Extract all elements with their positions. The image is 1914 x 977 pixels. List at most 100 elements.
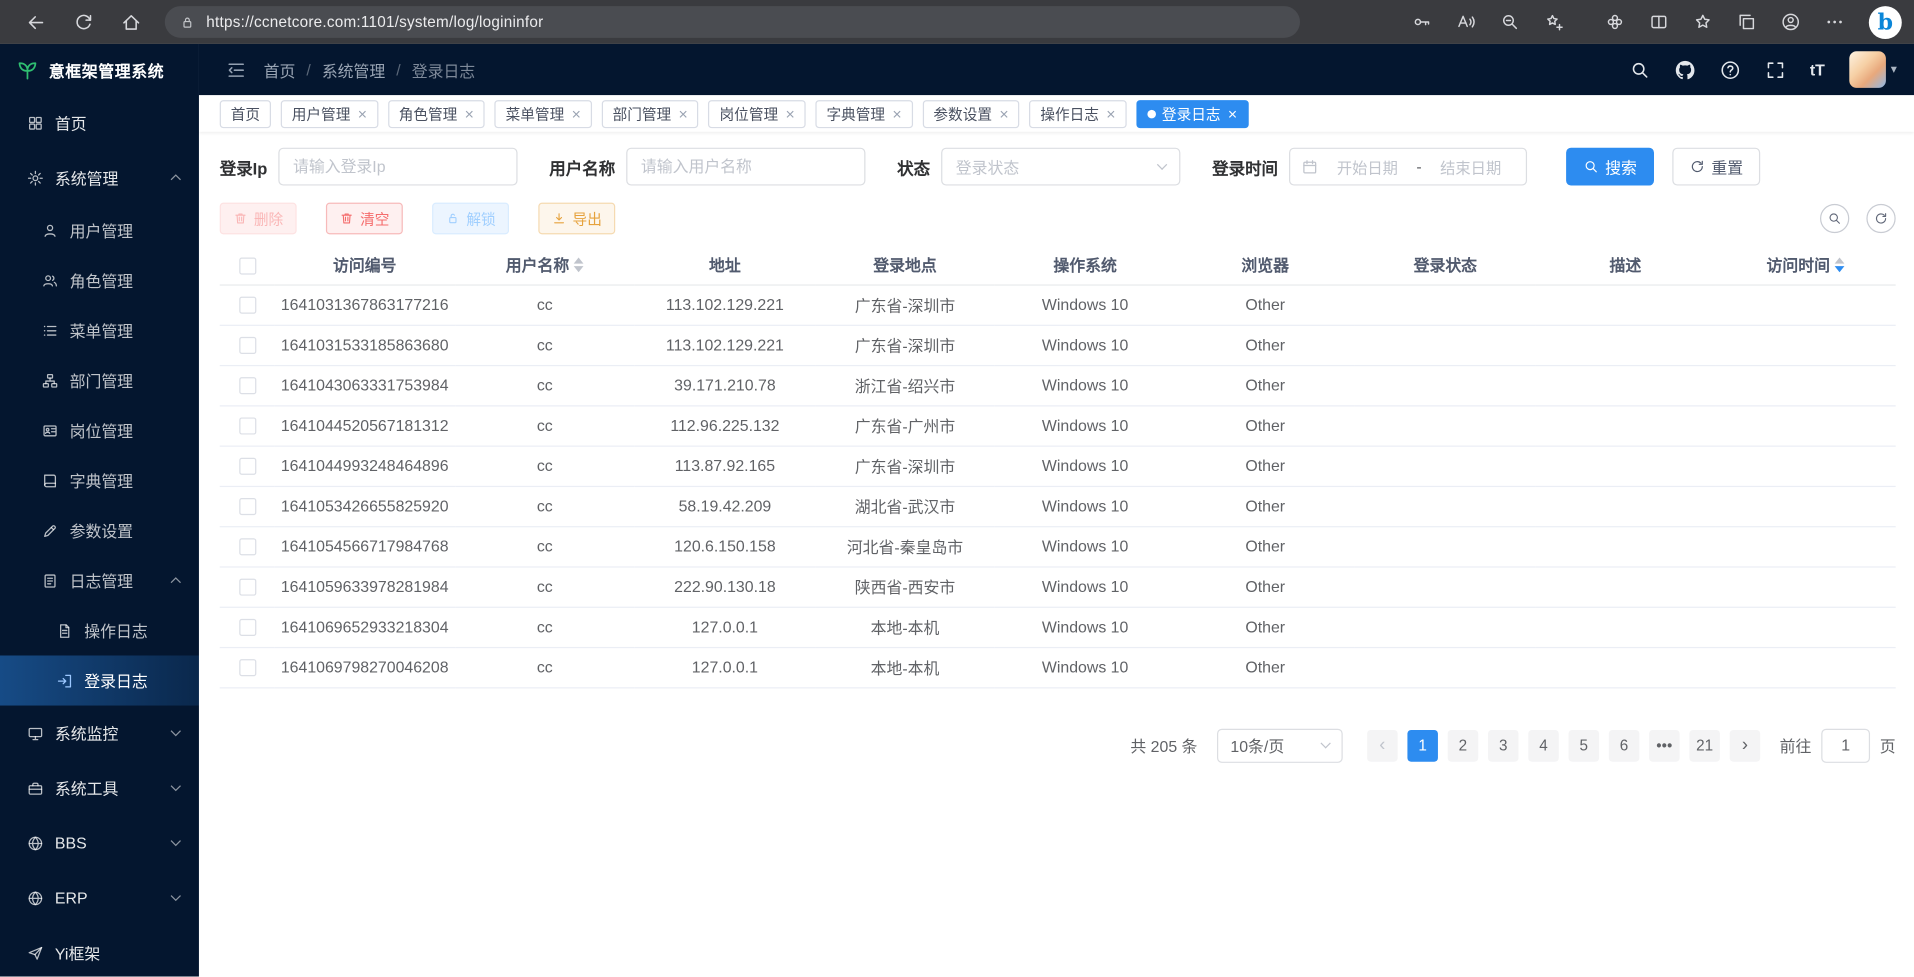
tab-close-icon[interactable]: × <box>1228 106 1237 122</box>
login-ip-input[interactable] <box>278 148 517 186</box>
favorites-icon[interactable] <box>1693 12 1713 32</box>
row-checkbox[interactable] <box>239 539 256 556</box>
sidebar-item[interactable]: 岗位管理 <box>0 405 199 455</box>
bing-icon[interactable]: b <box>1869 5 1902 38</box>
help-icon[interactable] <box>1720 59 1741 80</box>
browser-reload-icon[interactable] <box>73 12 94 33</box>
tab-item[interactable]: 操作日志× <box>1029 99 1126 127</box>
search-button[interactable]: 搜索 <box>1566 148 1654 186</box>
menu-fold-icon[interactable] <box>226 59 247 80</box>
app-logo[interactable]: 意框架管理系统 <box>0 44 199 95</box>
sidebar-item[interactable]: 操作日志 <box>0 605 199 655</box>
header-search-icon[interactable] <box>1629 59 1650 80</box>
row-checkbox[interactable] <box>239 498 256 515</box>
browser-address-bar[interactable]: https://ccnetcore.com:1101/system/log/lo… <box>165 6 1300 38</box>
page-button[interactable]: 21 <box>1689 729 1720 761</box>
page-button[interactable]: ••• <box>1649 729 1680 761</box>
sidebar-item[interactable]: 字典管理 <box>0 455 199 505</box>
unlock-button[interactable]: 解锁 <box>432 203 509 235</box>
sidebar-item[interactable]: ERP <box>0 870 199 925</box>
zoom-out-icon[interactable] <box>1500 12 1520 32</box>
login-time-range[interactable]: 开始日期 - 结束日期 <box>1289 148 1527 186</box>
page-button[interactable]: 2 <box>1448 729 1479 761</box>
tab-item[interactable]: 部门管理× <box>602 99 699 127</box>
clear-button[interactable]: 清空 <box>326 203 403 235</box>
reset-button[interactable]: 重置 <box>1672 148 1760 186</box>
browser-back-icon[interactable] <box>26 12 47 33</box>
font-size-icon[interactable]: tT <box>1810 60 1825 78</box>
sort-icon[interactable] <box>574 257 584 272</box>
row-checkbox[interactable] <box>239 619 256 636</box>
tab-item[interactable]: 角色管理× <box>388 99 485 127</box>
sidebar-item[interactable]: 登录日志 <box>0 655 199 705</box>
tab-item[interactable]: 字典管理× <box>815 99 912 127</box>
read-aloud-icon[interactable] <box>1456 12 1476 32</box>
prev-page-button[interactable]: ‹ <box>1367 729 1398 761</box>
user-name-input[interactable] <box>626 148 865 186</box>
export-button[interactable]: 导出 <box>538 203 615 235</box>
column-header[interactable]: 访问时间 <box>1715 245 1895 284</box>
sidebar-item[interactable]: Yi框架 <box>0 925 199 976</box>
sidebar-item[interactable]: 系统管理 <box>0 150 199 205</box>
row-checkbox[interactable] <box>239 418 256 435</box>
tab-close-icon[interactable]: × <box>679 106 688 122</box>
tab-item[interactable]: 首页 <box>220 99 271 127</box>
page-button[interactable]: 6 <box>1609 729 1640 761</box>
refresh-table-button[interactable] <box>1866 204 1895 233</box>
site-lock-icon[interactable] <box>179 14 195 30</box>
user-avatar[interactable] <box>1849 51 1886 88</box>
browser-menu-icon[interactable] <box>1825 12 1845 32</box>
tab-item[interactable]: 岗位管理× <box>709 99 806 127</box>
fullscreen-icon[interactable] <box>1765 59 1786 80</box>
tab-close-icon[interactable]: × <box>999 106 1008 122</box>
sidebar-item[interactable]: BBS <box>0 815 199 870</box>
split-screen-icon[interactable] <box>1649 12 1669 32</box>
tab-close-icon[interactable]: × <box>892 106 901 122</box>
tab-item[interactable]: 用户管理× <box>281 99 378 127</box>
goto-page-input[interactable] <box>1821 728 1870 762</box>
row-checkbox[interactable] <box>239 579 256 596</box>
status-select[interactable]: 登录状态 <box>941 148 1180 186</box>
tab-close-icon[interactable]: × <box>572 106 581 122</box>
row-checkbox[interactable] <box>239 297 256 314</box>
tab-close-icon[interactable]: × <box>785 106 794 122</box>
sidebar-item[interactable]: 参数设置 <box>0 505 199 555</box>
browser-profile-icon[interactable] <box>1781 12 1801 32</box>
tab-close-icon[interactable]: × <box>465 106 474 122</box>
row-checkbox[interactable] <box>239 378 256 395</box>
row-checkbox[interactable] <box>239 458 256 475</box>
toggle-search-button[interactable] <box>1820 204 1849 233</box>
tab-close-icon[interactable]: × <box>1106 106 1115 122</box>
sidebar-item[interactable]: 系统工具 <box>0 760 199 815</box>
next-page-button[interactable]: › <box>1730 729 1761 761</box>
sidebar-item[interactable]: 菜单管理 <box>0 305 199 355</box>
sidebar-item[interactable]: 系统监控 <box>0 706 199 761</box>
page-button[interactable]: 5 <box>1569 729 1600 761</box>
tab-item[interactable]: 参数设置× <box>922 99 1019 127</box>
row-checkbox[interactable] <box>239 337 256 354</box>
column-header[interactable]: 用户名称 <box>455 245 635 284</box>
sidebar-item[interactable]: 部门管理 <box>0 355 199 405</box>
password-key-icon[interactable] <box>1412 12 1432 32</box>
add-favorite-icon[interactable] <box>1544 12 1564 32</box>
tab-close-icon[interactable]: × <box>358 106 367 122</box>
tab-item[interactable]: 菜单管理× <box>495 99 592 127</box>
page-button[interactable]: 1 <box>1407 729 1438 761</box>
browser-essentials-icon[interactable] <box>1605 12 1625 32</box>
row-checkbox[interactable] <box>239 659 256 676</box>
page-button[interactable]: 3 <box>1488 729 1519 761</box>
avatar-caret-icon[interactable]: ▾ <box>1891 63 1897 76</box>
browser-home-icon[interactable] <box>121 12 142 33</box>
page-size-select[interactable]: 10条/页 <box>1217 728 1343 762</box>
breadcrumb-item[interactable]: 首页 <box>264 58 296 81</box>
breadcrumb-item[interactable]: 系统管理 <box>322 58 385 81</box>
sidebar-item[interactable]: 角色管理 <box>0 255 199 305</box>
sidebar-item[interactable]: 首页 <box>0 95 199 150</box>
github-icon[interactable] <box>1674 59 1695 80</box>
sidebar-item[interactable]: 日志管理 <box>0 555 199 605</box>
sidebar-item[interactable]: 用户管理 <box>0 205 199 255</box>
sort-icon[interactable] <box>1835 257 1845 272</box>
delete-button[interactable]: 删除 <box>220 203 297 235</box>
select-all-checkbox[interactable] <box>239 257 256 274</box>
page-button[interactable]: 4 <box>1528 729 1559 761</box>
